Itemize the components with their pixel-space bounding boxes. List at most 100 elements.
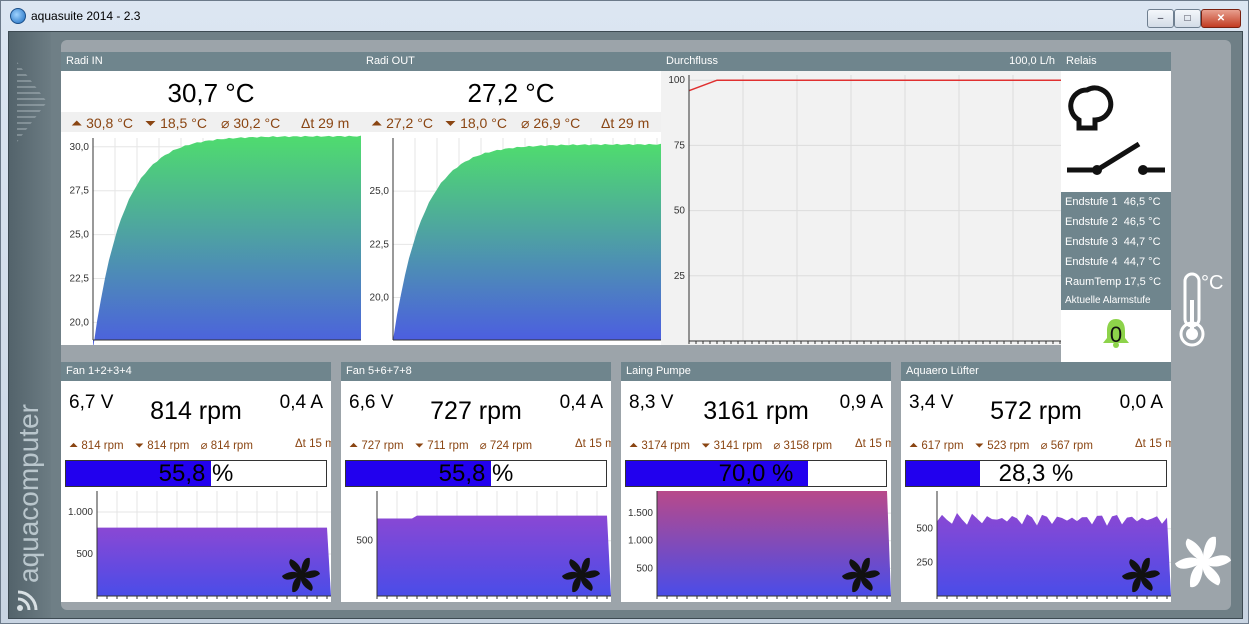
power-bar[interactable]: 55,8 % [345, 460, 607, 487]
power-bar[interactable]: 55,8 % [65, 460, 327, 487]
y-tick-label: 250 [916, 557, 933, 568]
temp-panel-radi-out: Radi OUT 27,2 °C ⏶ 27,2 °C ⏷ 18,0 °C ⌀ 2… [361, 52, 661, 345]
temperature-area [93, 135, 361, 345]
max-stat: ⏶ 30,8 °C [71, 115, 133, 131]
close-button[interactable]: ✕ [1201, 9, 1241, 28]
window-title: aquasuite 2014 - 2.3 [31, 9, 141, 23]
avg-stat: ⌀ 814 rpm [200, 440, 253, 452]
relay-switch-icon [1067, 85, 1165, 175]
y-tick-label: 25 [674, 271, 686, 282]
y-tick-label: 22,5 [70, 274, 90, 285]
min-stat: ⏷ 814 rpm [134, 440, 190, 452]
app-icon [10, 8, 26, 24]
fan-hub [577, 571, 585, 579]
fan-hub [297, 571, 305, 579]
max-stat: ⏶ 27,2 °C [371, 115, 433, 131]
rpm-stats: ⏶ 727 rpm ⏷ 711 rpm ⌀ 724 rpm Δt 15 m [349, 438, 611, 453]
panel-title: Durchfluss 100,0 L/h [661, 52, 1061, 71]
rpm-chart: 1.000 500 [68, 491, 331, 599]
y-tick-label: 500 [636, 563, 653, 574]
rpm-chart: 500 250 [916, 491, 1171, 599]
temp-stats: ⏶ 27,2 °C ⏷ 18,0 °C ⌀ 26,9 °C Δt 29 m [361, 112, 661, 132]
y-tick-label: 22,5 [370, 239, 390, 250]
max-stat: ⏶ 617 rpm [909, 440, 964, 452]
rpm-chart: 1.500 1.000 500 [628, 491, 891, 599]
min-stat: ⏷ 18,5 °C [145, 115, 207, 131]
fan-settings-icon[interactable] [1173, 532, 1233, 592]
max-stat: ⏶ 727 rpm [349, 440, 404, 452]
y-tick-label: 100 [668, 75, 685, 86]
temperature-value: 27,2 °C [467, 78, 555, 108]
min-stat: ⏷ 523 rpm [974, 440, 1030, 452]
time-stat: Δt 29 m [601, 115, 650, 131]
y-tick-label: 500 [916, 524, 933, 535]
y-tick-label: 500 [76, 549, 93, 560]
current-value: 0,4 A [559, 392, 603, 413]
max-stat: ⏶ 814 rpm [69, 440, 124, 452]
time-stat: Δt 29 m [301, 115, 350, 131]
power-percent: 70,0 % [718, 460, 794, 487]
rpm-chart: 500 [356, 491, 611, 599]
alarm-value: 0 [1109, 322, 1123, 347]
rpm-stats: ⏶ 617 rpm ⏷ 523 rpm ⌀ 567 rpm Δt 15 m [909, 438, 1171, 453]
panel-title: Fan 1+2+3+4 [61, 362, 331, 381]
y-tick-label: 30,0 [70, 142, 90, 153]
min-stat: ⏷ 18,0 °C [445, 115, 507, 131]
fan-icon-large [1175, 536, 1231, 588]
signal-icon[interactable] [15, 587, 41, 613]
y-tick-label: 1.000 [68, 507, 93, 518]
relay-readings: Endstufe 1 46,5 °C Endstufe 2 46,5 °C En… [1061, 192, 1171, 310]
relay-title: Relais [1061, 52, 1171, 71]
panel-title: Fan 5+6+7+8 [341, 362, 611, 381]
radi-in-chart: 30,0 27,5 25,0 22,5 20,0 [70, 135, 361, 345]
fan-panel-4: Aquaero Lüfter 3,4 V 572 rpm 0,0 A ⏶ 617… [901, 362, 1171, 602]
rpm-stats: ⏶ 3174 rpm ⏷ 3141 rpm ⌀ 3158 rpm Δt 15 m [629, 438, 891, 453]
endstufe-3-row: Endstufe 3 44,7 °C [1065, 236, 1161, 248]
time-stat: Δt 15 m [1135, 438, 1171, 450]
y-tick-label: 27,5 [70, 186, 90, 197]
flow-panel: Durchfluss 100,0 L/h 100 75 50 25 [661, 52, 1061, 345]
rpm-stats: ⏶ 814 rpm ⏷ 814 rpm ⌀ 814 rpm Δt 15 m [69, 438, 331, 453]
max-stat: ⏶ 3174 rpm [629, 440, 690, 452]
raumtemp-row: RaumTemp 17,5 °C [1065, 276, 1162, 288]
y-tick-label: 25,0 [70, 230, 90, 241]
minimize-button[interactable]: – [1147, 9, 1174, 28]
temperature-area [393, 143, 661, 341]
flow-line [688, 79, 1061, 92]
fan-hub [1197, 556, 1209, 568]
y-tick-label: 50 [674, 206, 686, 217]
maximize-button[interactable]: □ [1174, 9, 1201, 28]
y-tick-label: 1.000 [628, 536, 653, 547]
title-bar[interactable]: aquasuite 2014 - 2.3 – □ ✕ [1, 1, 1248, 31]
avg-stat: ⌀ 30,2 °C [221, 115, 281, 131]
dashboard: Radi IN 30,7 °C ⏶ 30,8 °C ⏷ 18,5 °C ⌀ 30… [61, 40, 1231, 610]
time-stat: Δt 15 m [855, 438, 891, 450]
endstufe-4-row: Endstufe 4 44,7 °C [1065, 256, 1161, 268]
time-stat: Δt 15 m [295, 438, 331, 450]
avg-stat: ⌀ 567 rpm [1040, 440, 1093, 452]
y-tick-label: 25,0 [370, 186, 390, 197]
sidebar: aquacomputer [9, 32, 51, 618]
avg-stat: ⌀ 724 rpm [479, 440, 533, 452]
power-bar[interactable]: 28,3 % [905, 460, 1167, 487]
y-tick-label: 75 [674, 140, 686, 151]
chevron-decoration-icon [17, 62, 47, 142]
y-tick-label: 1.500 [628, 508, 653, 519]
panel-title: Laing Pumpe [621, 362, 891, 381]
y-tick-label: 500 [356, 536, 373, 547]
endstufe-1-row: Endstufe 1 46,5 °C [1065, 196, 1161, 208]
avg-stat: ⌀ 26,9 °C [521, 115, 581, 131]
fan-panel-1: Fan 1+2+3+4 6,7 V 814 rpm 0,4 A ⏶ 814 rp… [61, 362, 331, 602]
current-value: 0,9 A [839, 392, 883, 413]
fan-panel-3: Laing Pumpe 8,3 V 3161 rpm 0,9 A ⏶ 3174 … [621, 362, 891, 602]
fan-hub [1137, 571, 1145, 579]
avg-stat: ⌀ 3158 rpm [773, 440, 833, 452]
fan-panel-2: Fan 5+6+7+8 6,6 V 727 rpm 0,4 A ⏶ 727 rp… [341, 362, 611, 602]
panel-title: Radi OUT [361, 52, 661, 71]
panel-title: Aquaero Lüfter [901, 362, 1171, 381]
fan-hub [857, 571, 865, 579]
y-tick-label: 20,0 [370, 292, 390, 303]
flow-title: Durchfluss [666, 55, 718, 67]
power-bar[interactable]: 70,0 % [625, 460, 887, 487]
alarm-box: 0 [1061, 310, 1171, 362]
